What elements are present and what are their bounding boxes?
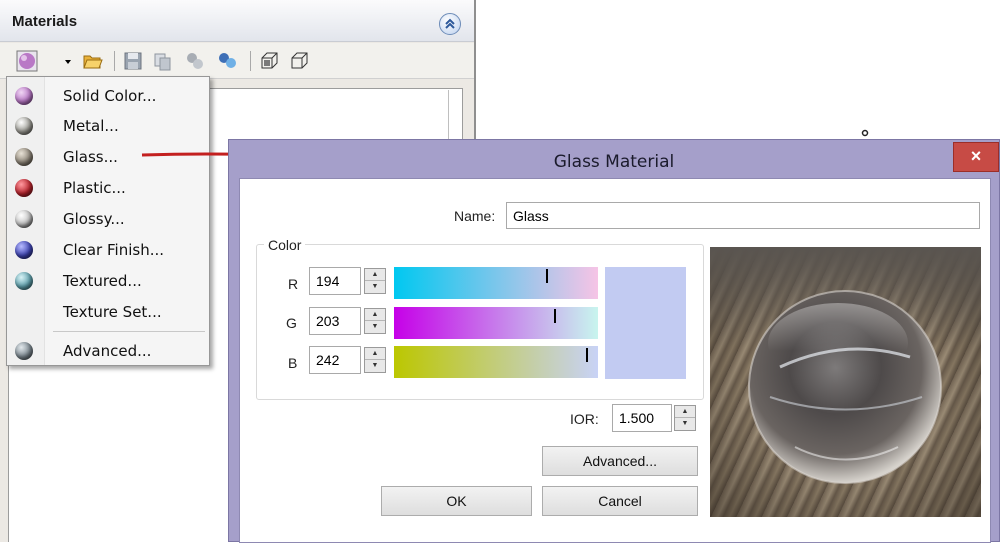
menu-item-label: Clear Finish... <box>63 241 165 259</box>
ior-input[interactable]: 1.500 <box>612 404 672 432</box>
dialog-body: Name: Glass Color R 194 ▲ ▼ G 203 ▲ ▼ B … <box>239 178 991 543</box>
save-button[interactable] <box>122 50 144 72</box>
paste-material-button[interactable] <box>184 50 206 72</box>
wireframe-view-button[interactable] <box>288 50 310 72</box>
wireframe-cube-icon <box>291 52 308 69</box>
ok-button[interactable]: OK <box>381 486 532 516</box>
spin-up-icon[interactable]: ▲ <box>365 309 385 321</box>
menu-item-texture-set[interactable]: Texture Set... <box>9 298 207 326</box>
red-value-input[interactable]: 194 <box>309 267 361 295</box>
clear-finish-sphere-icon <box>15 241 33 259</box>
material-preview <box>710 247 981 517</box>
menu-item-label: Advanced... <box>63 342 152 360</box>
menu-item-label: Glossy... <box>63 210 125 228</box>
collapse-panel-button[interactable] <box>439 13 461 35</box>
name-field[interactable]: Glass <box>506 202 980 229</box>
close-button[interactable]: × <box>953 142 999 172</box>
red-slider[interactable] <box>394 267 598 299</box>
open-folder-button[interactable] <box>82 50 104 72</box>
cursor-mark-icon <box>861 129 869 137</box>
green-spinner[interactable]: ▲ ▼ <box>364 308 386 334</box>
textured-sphere-icon <box>15 272 33 290</box>
glass-material-dialog: Glass Material × Name: Glass Color R 194… <box>228 139 1000 543</box>
blue-spinner[interactable]: ▲ ▼ <box>364 347 386 373</box>
blue-value-input[interactable]: 242 <box>309 346 361 374</box>
menu-item-label: Plastic... <box>63 179 126 197</box>
green-channel-label: G <box>286 315 297 331</box>
glossy-sphere-icon <box>15 210 33 228</box>
plastic-sphere-icon <box>15 179 33 197</box>
new-material-menu: Solid Color... Metal... Glass... Plastic… <box>6 76 210 366</box>
save-disk-icon <box>124 52 142 70</box>
material-sphere-icon <box>16 50 38 72</box>
spin-down-icon[interactable]: ▼ <box>675 418 695 430</box>
green-slider[interactable] <box>394 307 598 339</box>
cancel-button[interactable]: Cancel <box>542 486 698 516</box>
spin-down-icon[interactable]: ▼ <box>365 360 385 372</box>
material-paste-icon <box>187 53 203 69</box>
glass-sphere-render <box>748 290 942 484</box>
double-chevron-up-icon <box>445 18 455 29</box>
materials-toolbar <box>0 43 474 79</box>
name-label: Name: <box>454 208 496 224</box>
menu-item-clear-finish[interactable]: Clear Finish... <box>9 236 207 264</box>
copy-material-button[interactable] <box>152 50 174 72</box>
advanced-button[interactable]: Advanced... <box>542 446 698 476</box>
apply-material-button[interactable] <box>216 50 238 72</box>
menu-item-label: Textured... <box>63 272 142 290</box>
solid-color-sphere-icon <box>15 87 33 105</box>
menu-item-label: Metal... <box>63 117 119 135</box>
toolbar-separator <box>114 51 115 71</box>
green-value-input[interactable]: 203 <box>309 307 361 335</box>
menu-item-label: Solid Color... <box>63 87 157 105</box>
spin-down-icon[interactable]: ▼ <box>365 321 385 333</box>
menu-item-metal[interactable]: Metal... <box>9 112 207 140</box>
panel-title: Materials <box>12 13 78 30</box>
red-spinner[interactable]: ▲ ▼ <box>364 268 386 294</box>
material-dropdown-button[interactable] <box>62 50 74 72</box>
current-material-button[interactable] <box>16 50 38 72</box>
box-view-button[interactable] <box>258 50 280 72</box>
menu-item-textured[interactable]: Textured... <box>9 267 207 295</box>
spin-down-icon[interactable]: ▼ <box>365 281 385 293</box>
metal-sphere-icon <box>15 117 33 135</box>
blue-channel-label: B <box>288 355 298 371</box>
copy-icon <box>154 53 171 71</box>
red-channel-label: R <box>288 276 299 292</box>
panel-header: Materials <box>0 0 474 42</box>
menu-item-label: Glass... <box>63 148 118 166</box>
glass-sphere-icon <box>15 148 33 166</box>
chevron-down-icon <box>65 60 71 64</box>
ior-spinner[interactable]: ▲ ▼ <box>674 405 696 431</box>
color-group-label: Color <box>264 237 306 253</box>
spin-up-icon[interactable]: ▲ <box>365 348 385 360</box>
apply-material-icon <box>219 53 236 68</box>
menu-item-solid-color[interactable]: Solid Color... <box>9 82 207 110</box>
blue-slider-thumb[interactable] <box>586 348 588 362</box>
open-folder-icon <box>83 55 103 69</box>
cube-icon <box>261 52 278 69</box>
advanced-sphere-icon <box>15 342 33 360</box>
ior-label: IOR: <box>570 411 599 427</box>
color-swatch <box>605 267 686 379</box>
green-slider-thumb[interactable] <box>554 309 556 323</box>
toolbar-separator <box>250 51 251 71</box>
menu-item-glossy[interactable]: Glossy... <box>9 205 207 233</box>
red-slider-thumb[interactable] <box>546 269 548 283</box>
menu-separator <box>53 331 205 332</box>
spin-up-icon[interactable]: ▲ <box>365 269 385 281</box>
blue-slider[interactable] <box>394 346 598 378</box>
spin-up-icon[interactable]: ▲ <box>675 406 695 418</box>
menu-item-label: Texture Set... <box>63 303 162 321</box>
dialog-title: Glass Material <box>553 152 675 172</box>
menu-item-plastic[interactable]: Plastic... <box>9 174 207 202</box>
menu-item-advanced[interactable]: Advanced... <box>9 337 207 365</box>
